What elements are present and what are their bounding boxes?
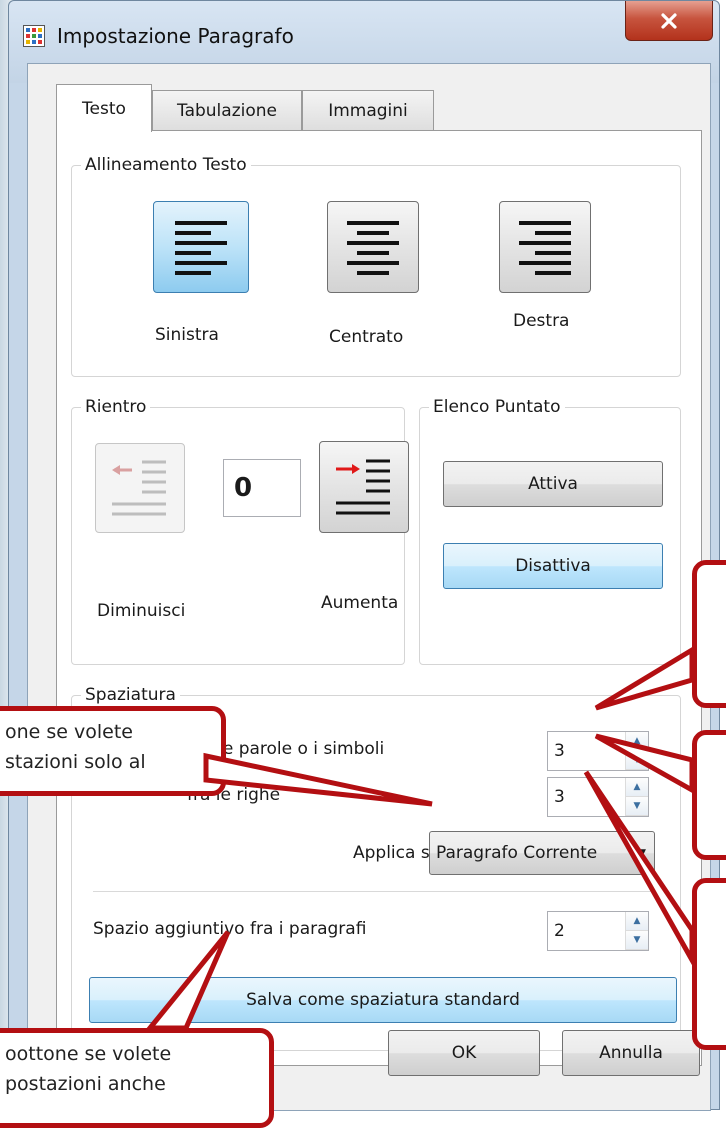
callout-apply: one se volete stazioni solo al [0,706,226,796]
align-right-button[interactable] [499,201,591,293]
spin-up-icon[interactable]: ▲ [626,732,648,751]
word-spacing-value: 3 [554,741,565,761]
spinner-arrows[interactable]: ▲ ▼ [625,732,648,770]
align-right-icon [519,221,571,275]
decrease-indent-icon [112,460,166,516]
indent-legend: Rientro [81,397,151,417]
spin-down-icon[interactable]: ▼ [626,751,648,770]
dialog-client: Testo Tabulazione Immagini Allineamento … [27,63,711,1111]
word-spacing-spinner[interactable]: 3 ▲ ▼ [547,731,649,771]
apply-to-dropdown[interactable]: Paragrafo Corrente ▼ [429,831,655,875]
increase-indent-label: Aumenta [321,593,399,613]
dialog-window: Impostazione Paragrafo Testo Tabulazione… [8,0,720,1111]
spacing-divider [93,891,661,892]
decrease-indent-button[interactable] [95,443,185,533]
bullets-group [419,407,681,665]
decrease-indent-label: Diminuisci [97,601,186,621]
tab-label: Testo [82,98,126,119]
tab-label: Immagini [328,100,408,121]
spinner-arrows[interactable]: ▲ ▼ [625,778,648,816]
tab-testo[interactable]: Testo [56,84,152,132]
apply-to-label: Applica su [353,843,441,863]
paragraph-spacing-value: 2 [554,921,565,941]
increase-indent-icon [336,459,390,515]
callout-text-line: stazioni solo al [5,751,146,773]
align-left-icon [175,221,227,275]
callout-right-3 [692,878,726,1050]
grid-app-icon [23,25,45,47]
callout-right-1 [692,560,726,708]
indent-value-field[interactable]: 0 [223,459,301,517]
align-center-label: Centrato [329,327,404,347]
tab-immagini[interactable]: Immagini [302,90,434,130]
tab-tabulazione[interactable]: Tabulazione [152,90,302,130]
tab-label: Tabulazione [177,100,277,121]
spinner-arrows[interactable]: ▲ ▼ [625,912,648,950]
line-spacing-spinner[interactable]: 3 ▲ ▼ [547,777,649,817]
align-center-button[interactable] [327,201,419,293]
spin-down-icon[interactable]: ▼ [626,931,648,950]
cancel-button[interactable]: Annulla [562,1030,700,1076]
callout-save: oottone se volete postazioni anche [0,1028,274,1128]
window-title: Impostazione Paragrafo [57,24,294,48]
align-right-label: Destra [513,311,570,331]
close-button[interactable] [625,1,713,41]
callout-text-line: postazioni anche [5,1073,166,1095]
align-center-icon [347,221,399,275]
line-spacing-value: 3 [554,787,565,807]
apply-to-value: Paragrafo Corrente [436,843,598,863]
spacing-legend: Spaziatura [81,685,180,705]
paragraph-spacing-spinner[interactable]: 2 ▲ ▼ [547,911,649,951]
ok-button[interactable]: OK [388,1030,540,1076]
callout-right-2 [692,730,726,860]
tab-panel: Allineamento Testo Sinistra Centrato Des… [56,130,702,1066]
spin-up-icon[interactable]: ▲ [626,778,648,797]
alignment-legend: Allineamento Testo [81,155,251,175]
bullets-legend: Elenco Puntato [429,397,565,417]
align-left-button[interactable] [153,201,249,293]
chevron-down-icon: ▼ [632,846,646,860]
align-left-label: Sinistra [155,325,219,345]
bullets-activate-button[interactable]: Attiva [443,461,663,507]
spin-up-icon[interactable]: ▲ [626,912,648,931]
bullets-deactivate-button[interactable]: Disattiva [443,543,663,589]
increase-indent-button[interactable] [319,441,409,533]
spin-down-icon[interactable]: ▼ [626,797,648,816]
callout-text-line: oottone se volete [5,1043,172,1065]
close-icon [661,12,677,29]
paragraph-spacing-label: Spazio aggiuntivo fra i paragrafi [93,919,367,939]
callout-text-line: one se volete [5,721,133,743]
save-standard-spacing-button[interactable]: Salva come spaziatura standard [89,977,677,1023]
